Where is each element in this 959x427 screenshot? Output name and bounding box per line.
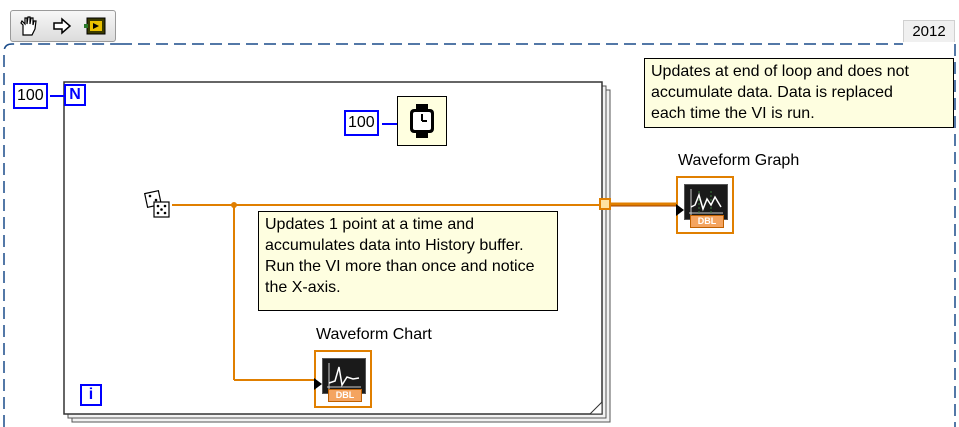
graph-comment: Updates at end of loop and does not accu… xyxy=(644,58,954,128)
dbl-type-badge: DBL xyxy=(690,215,724,228)
waveform-graph-terminal[interactable]: DBL xyxy=(676,176,734,234)
input-arrow-icon xyxy=(314,378,322,390)
loop-output-tunnel[interactable] xyxy=(599,198,611,210)
waveform-chart-terminal[interactable]: DBL xyxy=(314,350,372,408)
dbl-type-badge: DBL xyxy=(328,389,362,402)
wire-junction xyxy=(231,202,237,208)
watch-icon xyxy=(410,104,434,138)
waveform-graph-label: Waveform Graph xyxy=(678,152,800,169)
input-arrow-icon xyxy=(676,204,684,216)
random-number-function[interactable] xyxy=(143,189,172,220)
loop-count-constant[interactable]: 100 xyxy=(13,83,48,109)
iteration-terminal[interactable]: i xyxy=(80,384,102,406)
wait-ms-constant[interactable]: 100 xyxy=(344,110,379,136)
dice-icon xyxy=(143,189,170,218)
chart-comment: Updates 1 point at a time and accumulate… xyxy=(258,211,558,311)
waveform-chart-label: Waveform Chart xyxy=(316,326,432,343)
wait-ms-function[interactable] xyxy=(397,96,447,146)
loop-count-terminal[interactable]: N xyxy=(64,84,86,106)
